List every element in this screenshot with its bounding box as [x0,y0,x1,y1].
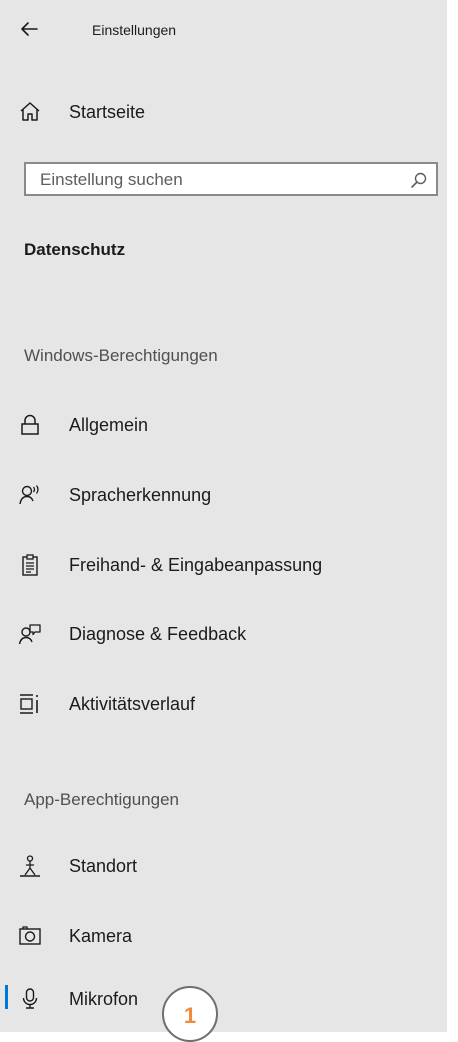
nav-item-camera[interactable]: Kamera [0,916,447,956]
nav-item-speech[interactable]: Spracherkennung [0,475,447,515]
search-box[interactable] [24,162,438,196]
nav-item-label: Standort [69,856,138,876]
nav-home[interactable]: Startseite [0,92,447,132]
section-title-app-permissions: App-Berechtigungen [24,790,180,809]
search-input[interactable] [38,168,402,192]
microphone-icon [18,987,42,1011]
home-icon [18,100,42,124]
page-heading: Datenschutz [24,240,126,259]
clipboard-icon [18,553,42,577]
section-title-windows-permissions: Windows-Berechtigungen [24,346,218,365]
step-number: 1 [183,1003,197,1028]
nav-item-label: Aktivitätsverlauf [69,694,196,714]
speech-icon [18,483,42,507]
camera-icon [18,924,42,948]
nav-item-diagnostics-feedback[interactable]: Diagnose & Feedback [0,614,447,654]
nav-item-label: Freihand- & Eingabeanpassung [69,555,323,575]
nav-item-label: Mikrofon [69,989,139,1009]
nav-item-general[interactable]: Allgemein [0,405,447,445]
nav-item-location[interactable]: Standort [0,846,447,886]
search-icon[interactable] [410,171,428,189]
nav-item-label: Allgemein [69,415,149,435]
nav-home-label: Startseite [69,102,146,122]
nav-item-inking-typing[interactable]: Freihand- & Eingabeanpassung [0,545,447,585]
feedback-icon [18,622,42,646]
back-arrow-icon[interactable] [18,18,40,40]
step-number-badge: 1 [162,986,218,1042]
lock-icon [18,413,42,437]
settings-sidebar: Einstellungen Startseite Datenschutz Win… [0,0,447,1042]
nav-item-label: Diagnose & Feedback [69,624,247,644]
location-icon [18,854,42,878]
nav-item-label: Kamera [69,926,133,946]
nav-item-activity-history[interactable]: Aktivitätsverlauf [0,684,447,724]
nav-item-label: Spracherkennung [69,485,212,505]
nav-item-microphone[interactable]: Mikrofon [0,979,447,1019]
title-bar: Einstellungen [0,12,447,50]
window-title: Einstellungen [92,22,177,38]
timeline-icon [18,692,42,716]
